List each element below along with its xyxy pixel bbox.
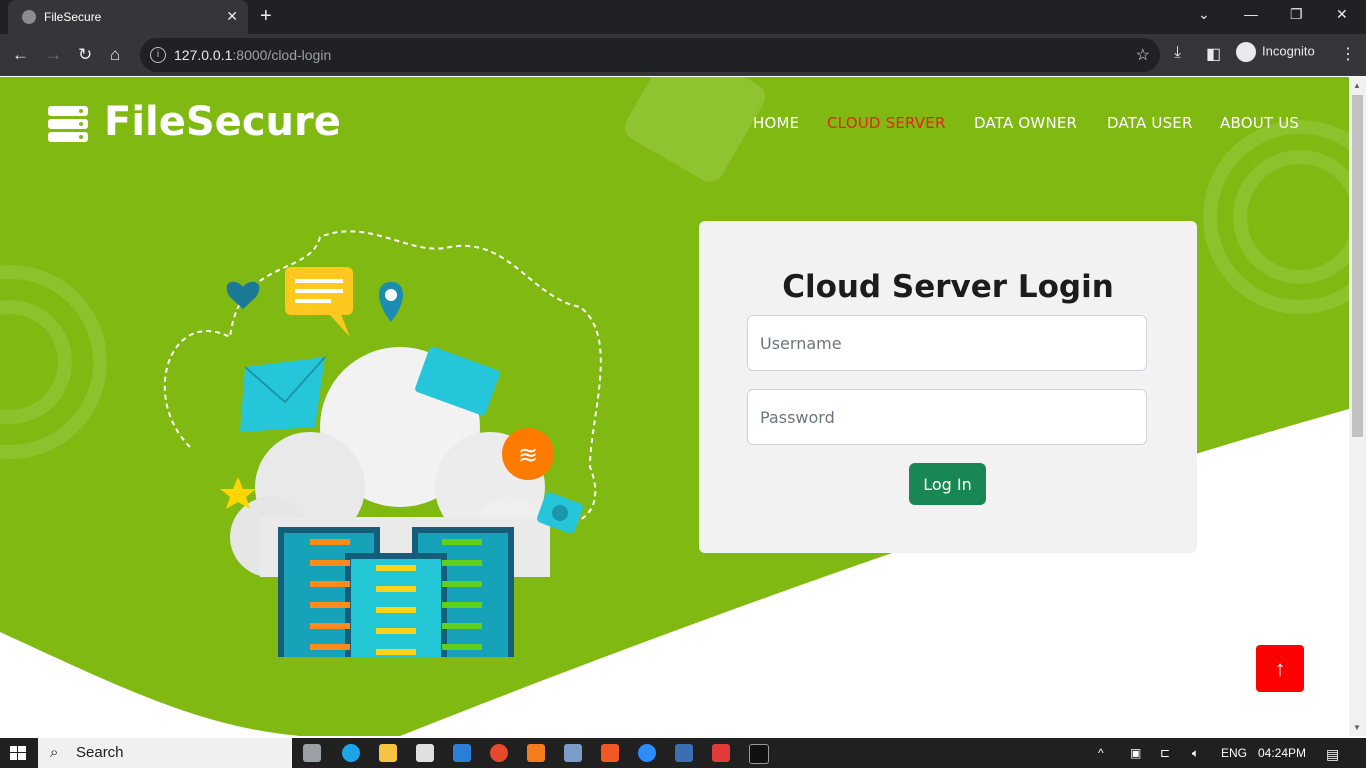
tray-app-icon[interactable]: ▣ (1130, 746, 1141, 760)
login-card: Cloud Server Login Log In (699, 221, 1197, 553)
language-indicator[interactable]: ENG (1221, 746, 1247, 760)
window-close-icon[interactable]: ✕ (1336, 6, 1348, 23)
vscode-icon[interactable] (453, 744, 471, 762)
terminal-icon[interactable] (749, 744, 769, 764)
new-tab-icon[interactable]: + (260, 5, 272, 28)
nav-cloud-server[interactable]: CLOUD SERVER (827, 114, 946, 132)
brave-icon[interactable] (601, 744, 619, 762)
chrome-icon[interactable] (490, 744, 508, 762)
browser-tabstrip: FileSecure ✕ + ⌄ — ❐ ✕ (0, 0, 1366, 34)
incognito-icon (1236, 42, 1256, 62)
taskbar-search[interactable]: ⌕ Search (38, 738, 292, 768)
nav-data-user[interactable]: DATA USER (1107, 114, 1193, 132)
windows-start-icon[interactable] (10, 746, 26, 760)
page-scrollbar[interactable]: ▲ ▼ (1349, 77, 1366, 736)
scroll-up-icon[interactable]: ▲ (1353, 81, 1361, 90)
reload-icon[interactable]: ↻ (78, 45, 92, 65)
incognito-indicator[interactable]: Incognito (1236, 42, 1315, 66)
clock[interactable]: 04:24PM (1258, 746, 1306, 760)
login-heading: Cloud Server Login (782, 269, 1114, 305)
browser-tab[interactable]: FileSecure ✕ (8, 0, 248, 34)
minimize-icon[interactable]: — (1244, 6, 1258, 22)
app-icon[interactable] (564, 744, 582, 762)
anydesk-icon[interactable] (712, 744, 730, 762)
url-host: 127.0.0.1 (174, 47, 233, 63)
nav-data-owner[interactable]: DATA OWNER (974, 114, 1077, 132)
menu-kebab-icon[interactable]: ⋮ (1340, 44, 1356, 64)
search-app-icon[interactable] (527, 744, 545, 762)
url-text: 127.0.0.1:8000/clod-login (174, 47, 331, 63)
site-info-icon[interactable]: i (150, 47, 166, 63)
site-logo[interactable]: FileSecure (48, 99, 341, 145)
restore-icon[interactable]: ❐ (1290, 6, 1303, 23)
tray-chevron-icon[interactable]: ^ (1098, 746, 1104, 760)
nav-home[interactable]: HOME (753, 114, 799, 132)
task-view-icon[interactable] (303, 744, 321, 762)
url-path: :8000/clod-login (232, 47, 332, 63)
scrollbar-thumb[interactable] (1352, 95, 1363, 437)
server-stack-icon (48, 106, 88, 142)
password-input[interactable] (747, 389, 1147, 445)
search-icon: ⌕ (50, 744, 59, 761)
brand-name: FileSecure (104, 99, 341, 145)
taskbar-search-label: Search (76, 744, 124, 761)
incognito-label: Incognito (1262, 43, 1315, 59)
close-tab-icon[interactable]: ✕ (226, 8, 238, 25)
nav-about-us[interactable]: ABOUT US (1220, 114, 1299, 132)
home-icon[interactable]: ⌂ (110, 45, 120, 65)
side-panel-icon[interactable]: ◧ (1206, 44, 1221, 64)
svg-text:≋: ≋ (518, 441, 538, 469)
tab-search-icon[interactable]: ⌄ (1198, 6, 1210, 23)
back-to-top-button[interactable]: ↑ (1256, 645, 1304, 692)
globe-icon (22, 10, 36, 24)
login-button[interactable]: Log In (909, 463, 986, 505)
scroll-down-icon[interactable]: ▼ (1353, 723, 1361, 732)
download-icon[interactable]: ⤓ (1174, 44, 1181, 62)
username-input[interactable] (747, 315, 1147, 371)
edge-icon[interactable] (342, 744, 360, 762)
app-icon[interactable] (416, 744, 434, 762)
browser-toolbar: ← → ↻ ⌂ i 127.0.0.1:8000/clod-login ☆ ⤓ … (0, 34, 1366, 76)
volume-icon[interactable]: 🔈︎ (1192, 746, 1199, 761)
cloud-server-illustration: ≋ (163, 230, 602, 657)
forward-icon[interactable]: → (45, 45, 62, 65)
back-icon[interactable]: ← (12, 45, 29, 65)
windows-taskbar: ⌕ Search ^ ▣ ⊏ 🔈︎ ENG 04:24PM ▤ (0, 738, 1366, 768)
notifications-icon[interactable]: ▤ (1326, 746, 1339, 763)
arrow-up-icon: ↑ (1274, 656, 1286, 681)
network-icon[interactable]: ⊏ (1160, 746, 1170, 760)
page-viewport: FileSecure HOME CLOUD SERVER DATA OWNER … (0, 77, 1349, 736)
file-explorer-icon[interactable] (379, 744, 397, 762)
zoom-icon[interactable] (638, 744, 656, 762)
app-icon[interactable] (675, 744, 693, 762)
address-bar[interactable]: i 127.0.0.1:8000/clod-login ☆ (140, 38, 1160, 72)
tab-title: FileSecure (44, 10, 102, 24)
bookmark-star-icon[interactable]: ☆ (1136, 45, 1150, 65)
